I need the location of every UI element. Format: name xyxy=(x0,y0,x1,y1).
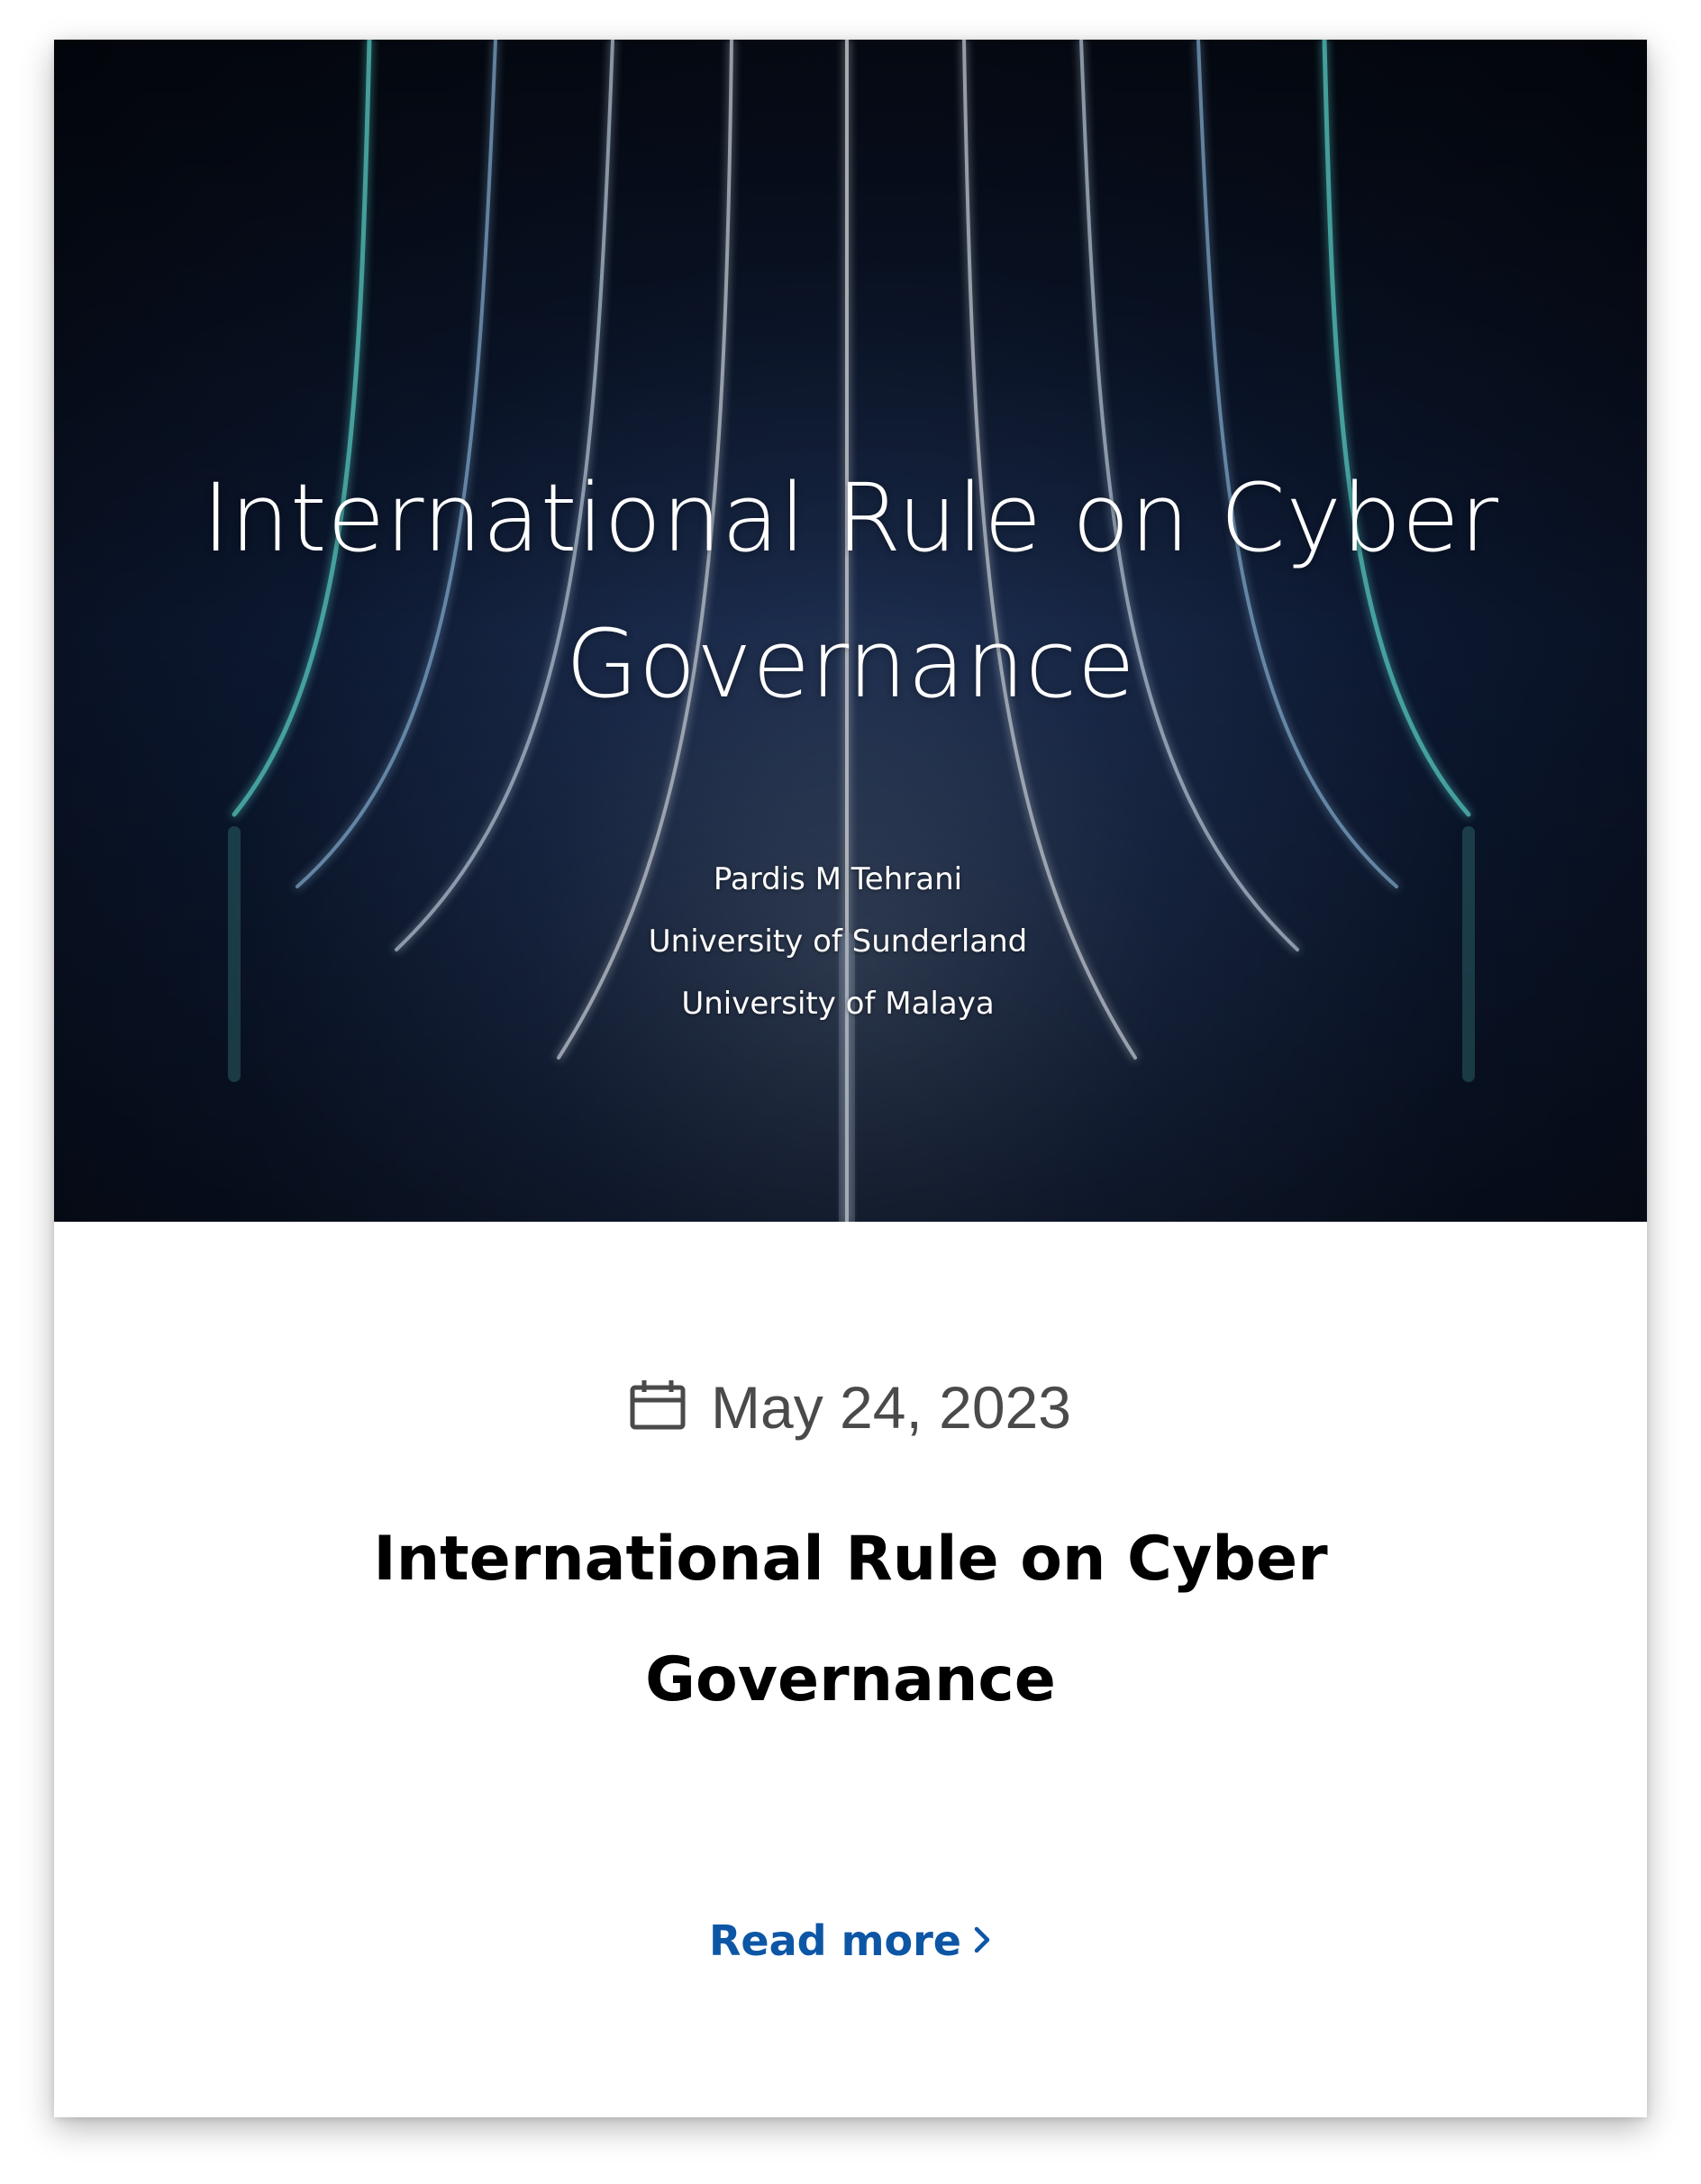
post-meta: May 24, 2023 xyxy=(54,1371,1647,1443)
calendar-icon xyxy=(630,1379,686,1435)
author-affiliation: University of Malaya xyxy=(681,986,995,1022)
post-date: May 24, 2023 xyxy=(711,1374,1071,1441)
chevron-right-icon xyxy=(972,1905,992,1977)
post-title[interactable]: International Rule on Cyber Governance xyxy=(54,1499,1647,1741)
author-name: Pardis M Tehrani xyxy=(713,861,963,897)
hero-title: International Rule on Cyber Governance xyxy=(54,445,1647,737)
hero-authors: Pardis M Tehrani University of Sunderlan… xyxy=(54,849,1622,1035)
read-more-label[interactable]: Read more xyxy=(709,1905,961,1977)
post-card: International Rule on Cyber Governance P… xyxy=(54,40,1647,2117)
author-affiliation: University of Sunderland xyxy=(648,924,1028,960)
post-featured-image[interactable]: International Rule on Cyber Governance P… xyxy=(54,40,1647,1222)
hero-title-line: International Rule on Cyber xyxy=(202,463,1499,573)
read-more-link[interactable]: Read more xyxy=(54,1905,1647,1977)
post-title-line[interactable]: Governance xyxy=(54,1620,1647,1741)
post-title-line[interactable]: International Rule on Cyber xyxy=(54,1499,1647,1620)
hero-title-line: Governance xyxy=(565,609,1136,719)
